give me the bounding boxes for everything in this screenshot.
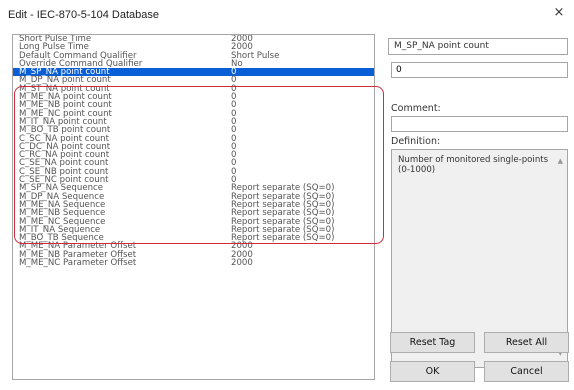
row-name: M_ME_NC Parameter Offset — [19, 258, 137, 269]
value-input[interactable] — [391, 62, 568, 78]
selected-tag-name: M_SP_NA point count — [388, 38, 568, 55]
cancel-button[interactable]: Cancel — [484, 361, 569, 382]
definition-text: Number of monitored single-points (0-100… — [398, 155, 549, 175]
row-value: 2000 — [231, 258, 253, 269]
reset-all-button[interactable]: Reset All — [484, 332, 569, 353]
ok-button[interactable]: OK — [390, 361, 475, 382]
parameter-list[interactable]: Short Pulse Time 2000 Long Pulse Time 2000 D… — [12, 34, 375, 380]
reset-tag-button[interactable]: Reset Tag — [390, 332, 475, 353]
definition-label: Definition: — [391, 136, 441, 147]
window-title: Edit - IEC-870-5-104 Database — [8, 9, 160, 21]
comment-label: Comment: — [391, 103, 441, 114]
list-row[interactable]: M_ME_NC Parameter Offset 2000 — [13, 258, 374, 269]
comment-input[interactable] — [391, 116, 568, 132]
close-icon[interactable]: × — [552, 6, 566, 20]
scroll-up-icon[interactable]: ▲ — [558, 157, 563, 165]
